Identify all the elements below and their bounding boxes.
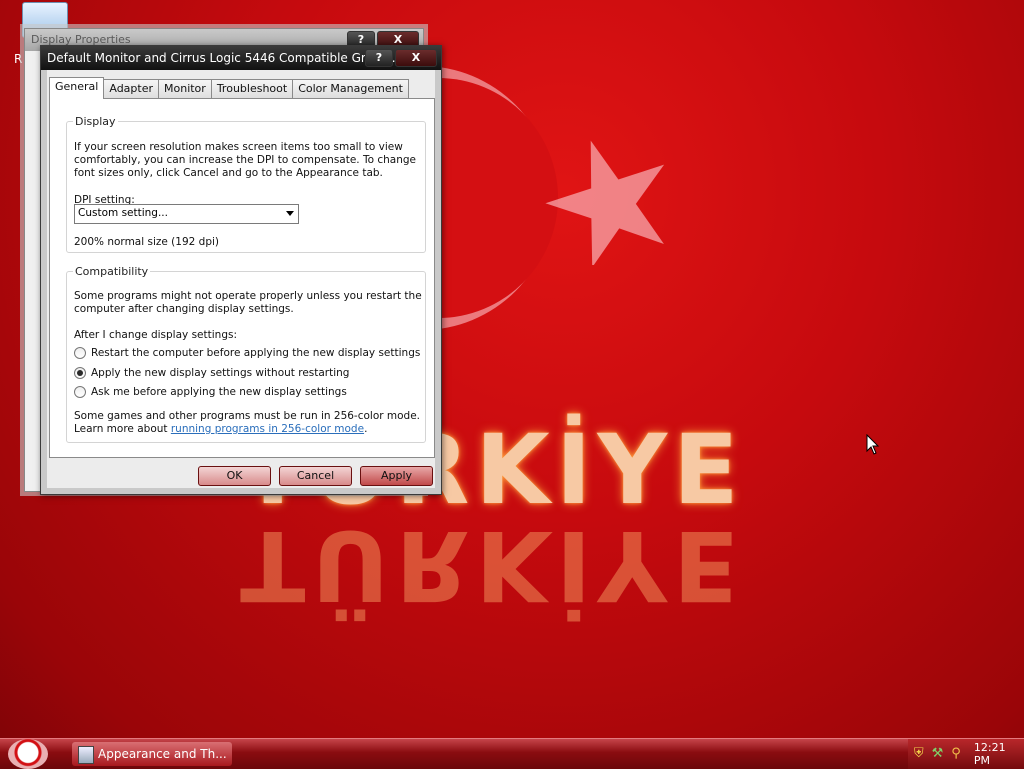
radio-ask-before-applying[interactable]: Ask me before applying the new display s…: [74, 385, 347, 399]
desktop-icon-label: R: [14, 52, 23, 66]
star-shape: [545, 140, 665, 265]
display-group-title: Display: [73, 115, 118, 128]
dialog-titlebar[interactable]: Default Monitor and Cirrus Logic 5446 Co…: [41, 46, 441, 70]
radio-button[interactable]: [74, 347, 86, 359]
apply-button[interactable]: Apply: [360, 466, 433, 486]
mouse-cursor-icon: [866, 434, 880, 455]
system-tray: ⛨ ⚒ ⚲ 12:21 PM: [908, 739, 1024, 769]
compat-description-line-1: Some programs might not operate properly…: [74, 290, 422, 302]
radio-label: Apply the new display settings without r…: [91, 366, 350, 379]
compatibility-group-title: Compatibility: [73, 265, 151, 278]
dpi-size-text: 200% normal size (192 dpi): [74, 236, 220, 248]
display-description-line-1: If your screen resolution makes screen i…: [74, 141, 403, 153]
taskbar-item-appearance[interactable]: Appearance and Th...: [72, 742, 232, 766]
radio-button-selected[interactable]: [74, 367, 86, 379]
dpi-setting-value: Custom setting...: [78, 207, 168, 219]
taskbar-clock[interactable]: 12:21 PM: [974, 741, 1024, 767]
shield-icon[interactable]: ⛨: [911, 746, 927, 762]
tab-troubleshoot[interactable]: Troubleshoot: [210, 79, 294, 98]
after-change-label: After I change display settings:: [74, 329, 237, 341]
tab-adapter[interactable]: Adapter: [103, 79, 159, 98]
close-button[interactable]: X: [395, 49, 437, 67]
ok-button[interactable]: OK: [198, 466, 271, 486]
tab-general[interactable]: General: [49, 77, 105, 99]
radio-label: Restart the computer before applying the…: [91, 346, 421, 359]
color-mode-note: Some games and other programs must be ru…: [74, 410, 421, 422]
taskbar-item-label: Appearance and Th...: [98, 747, 227, 761]
chevron-down-icon: [286, 211, 294, 216]
dialog-body: General Adapter Monitor Troubleshoot Col…: [47, 70, 435, 488]
learn-more-suffix: .: [364, 423, 368, 435]
cancel-button[interactable]: Cancel: [279, 466, 352, 486]
color-mode-help-link[interactable]: running programs in 256-color mode: [171, 423, 364, 435]
control-panel-icon: [78, 746, 94, 764]
search-icon[interactable]: ⚲: [948, 746, 964, 762]
dpi-setting-dropdown[interactable]: Custom setting...: [74, 204, 299, 224]
display-description-line-2: comfortably, you can increase the DPI to…: [74, 154, 417, 166]
start-button[interactable]: [8, 739, 48, 769]
radio-label: Ask me before applying the new display s…: [91, 385, 347, 398]
compat-description-line-2: computer after changing display settings…: [74, 303, 294, 315]
radio-restart-computer[interactable]: Restart the computer before applying the…: [74, 346, 420, 360]
tab-color-management[interactable]: Color Management: [292, 79, 409, 98]
tab-monitor[interactable]: Monitor: [158, 79, 212, 98]
tab-strip: General Adapter Monitor Troubleshoot Col…: [49, 77, 409, 99]
network-icon[interactable]: ⚒: [930, 746, 946, 762]
wallpaper-text-reflection: TÜRKİYE: [240, 509, 745, 621]
taskbar: Appearance and Th... ⛨ ⚒ ⚲ 12:21 PM: [0, 738, 1024, 769]
advanced-display-dialog: Default Monitor and Cirrus Logic 5446 Co…: [40, 45, 442, 495]
radio-button[interactable]: [74, 386, 86, 398]
radio-apply-without-restart[interactable]: Apply the new display settings without r…: [74, 366, 349, 380]
general-tab-panel: Display If your screen resolution makes …: [49, 98, 435, 458]
learn-more-line: Learn more about running programs in 256…: [74, 423, 367, 436]
dialog-title: Default Monitor and Cirrus Logic 5446 Co…: [47, 51, 404, 65]
learn-more-prefix: Learn more about: [74, 423, 171, 435]
display-description-line-3: font sizes only, click Cancel and go to …: [74, 167, 383, 179]
help-button[interactable]: ?: [365, 49, 393, 67]
